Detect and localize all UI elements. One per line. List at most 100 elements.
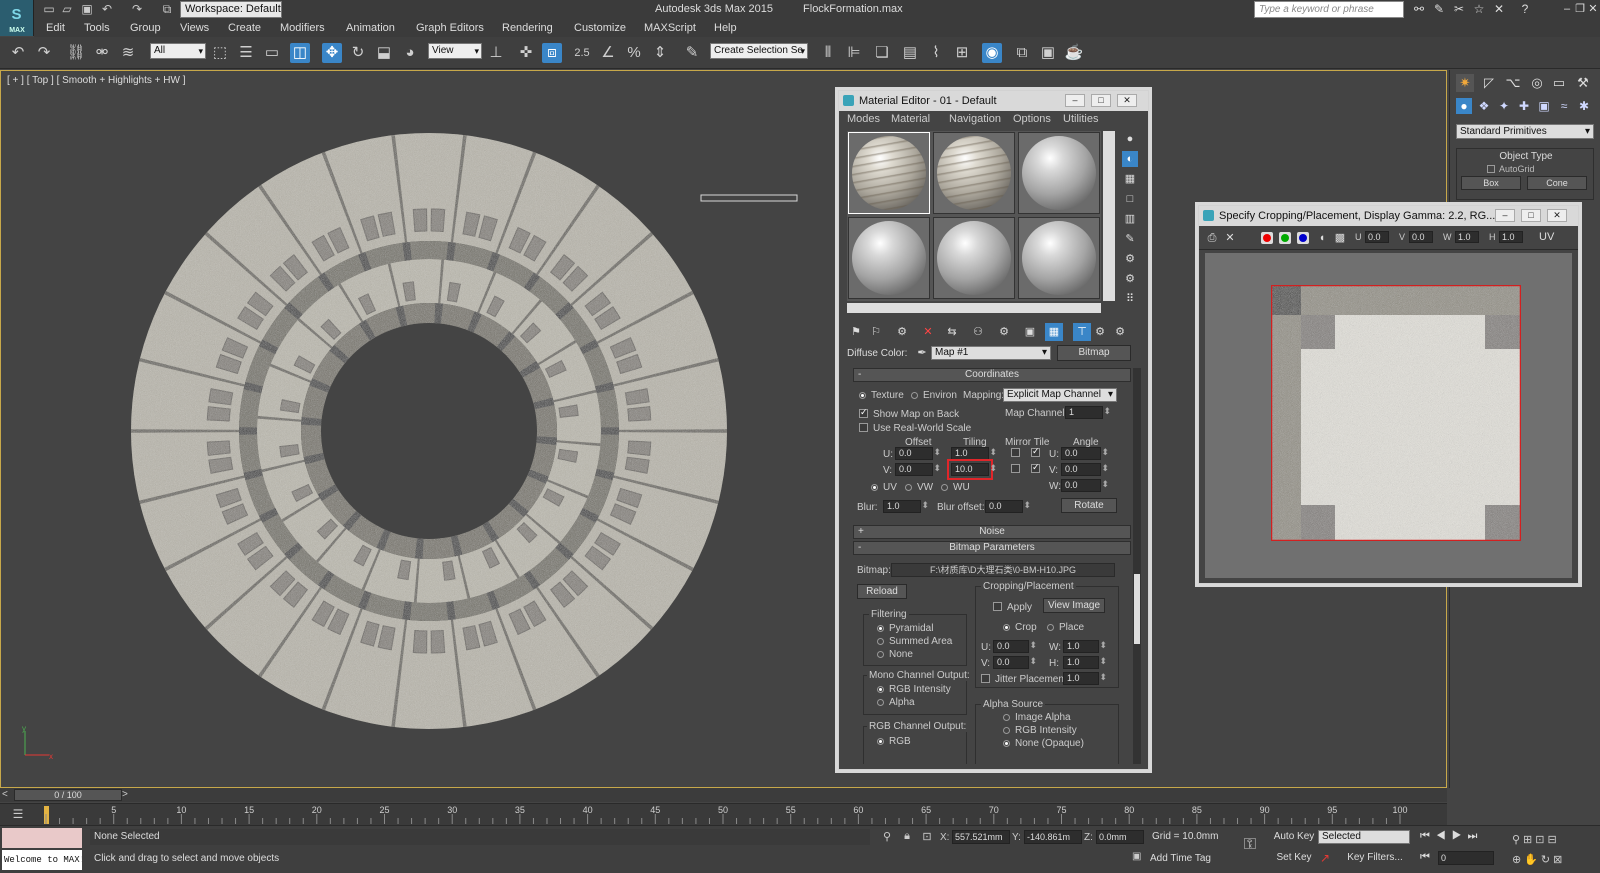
uv-mode-label[interactable]: UV xyxy=(1539,231,1554,243)
object-type-title[interactable]: Object Type xyxy=(1457,151,1595,162)
get-material-icon[interactable]: ⚑ xyxy=(847,323,865,341)
binoculars-icon[interactable]: ⚯ xyxy=(1412,2,1426,16)
current-frame-field[interactable]: 0 xyxy=(1438,851,1494,865)
coordinates-rollout-header[interactable]: - Coordinates xyxy=(853,368,1131,382)
viewport-navigation-controls[interactable]: ⚲⊞⊡⊟ ⊕✋↻⊠ xyxy=(1512,830,1598,870)
close-window-icon[interactable]: ✕ xyxy=(1586,2,1600,16)
make-unique-icon[interactable]: ⚇ xyxy=(969,323,987,341)
red-channel-icon[interactable] xyxy=(1261,232,1273,244)
select-scale-icon[interactable]: ⬓ xyxy=(374,43,394,63)
sample-slot[interactable] xyxy=(933,217,1015,299)
menu-views[interactable]: Views xyxy=(180,22,209,34)
map-name-dropdown[interactable]: Map #1 xyxy=(931,346,1051,360)
tiling-v-spinner[interactable]: 10.0 xyxy=(947,459,997,480)
video-color-check-icon[interactable]: ▥ xyxy=(1122,211,1138,227)
layer-explorer-icon[interactable]: ❏ xyxy=(872,43,892,63)
angle-w-spinner[interactable]: 0.0 xyxy=(1061,479,1109,492)
menu-rendering[interactable]: Rendering xyxy=(502,22,553,34)
tiling-u-spinner[interactable]: 1.0 xyxy=(951,447,997,460)
show-end-result-icon[interactable]: ⊤ xyxy=(1073,323,1091,341)
background-icon[interactable]: ▦ xyxy=(1122,171,1138,187)
put-to-scene-icon[interactable]: ⚐ xyxy=(867,323,885,341)
assign-material-icon[interactable]: ⚙ xyxy=(893,323,911,341)
clear-icon[interactable]: ✕ xyxy=(1223,231,1237,245)
reload-button[interactable]: Reload xyxy=(857,584,907,599)
go-forward-sibling-icon[interactable]: ⚙ xyxy=(1111,323,1129,341)
bind-space-warp-icon[interactable]: ≋ xyxy=(118,43,138,63)
monochrome-icon[interactable]: ▩ xyxy=(1333,231,1347,245)
prev-frame-arrow-icon[interactable]: < xyxy=(2,789,8,800)
close-icon[interactable]: ✕ xyxy=(1117,94,1137,107)
rollouts-scrollbar[interactable] xyxy=(1133,368,1141,764)
texture-radio[interactable] xyxy=(859,392,866,399)
edit-named-selection-icon[interactable]: ✎ xyxy=(682,43,702,63)
space-warps-icon[interactable]: ≈ xyxy=(1556,98,1572,114)
rect-selection-icon[interactable]: ▭ xyxy=(262,43,282,63)
crop-canvas[interactable] xyxy=(1205,253,1572,578)
cone-button[interactable]: Cone xyxy=(1527,176,1587,190)
close-icon[interactable]: ✕ xyxy=(1547,209,1567,222)
map-type-button[interactable]: Bitmap xyxy=(1057,345,1131,361)
menu-help[interactable]: Help xyxy=(714,22,737,34)
snaps-toggle-icon[interactable]: 2.5 xyxy=(572,43,592,63)
render-setup-icon[interactable]: ⧉ xyxy=(1012,43,1032,63)
unlink-icon[interactable]: ⚮ xyxy=(92,43,112,63)
slots-vertical-scrollbar[interactable] xyxy=(1103,131,1115,301)
mono-rgb-intensity-radio[interactable] xyxy=(877,686,884,693)
material-id-channel-icon[interactable]: ▣ xyxy=(1021,323,1039,341)
menu-tools[interactable]: Tools xyxy=(84,22,110,34)
box-button[interactable]: Box xyxy=(1461,176,1521,190)
sample-slot[interactable] xyxy=(1018,217,1100,299)
key-filters-button[interactable]: Key Filters... xyxy=(1340,851,1410,865)
mono-alpha-radio[interactable] xyxy=(877,699,884,706)
offset-u-spinner[interactable]: 0.0 xyxy=(895,447,941,460)
create-tab-icon[interactable]: ✷ xyxy=(1456,74,1474,92)
shapes-icon[interactable]: ❖ xyxy=(1476,98,1492,114)
bitmap-path-button[interactable]: F:\材质库\D大理石类\0-BM-H10.JPG xyxy=(891,563,1115,577)
time-tag-icon[interactable]: ▣ xyxy=(1132,851,1144,863)
selection-filter-dropdown[interactable]: All xyxy=(150,43,206,59)
make-preview-icon[interactable]: ✎ xyxy=(1122,231,1138,247)
render-production-icon[interactable]: ☕ xyxy=(1064,43,1084,63)
blur-spinner[interactable]: 1.0 xyxy=(883,500,929,513)
minimize-icon[interactable]: – xyxy=(1495,209,1515,222)
project-folder-icon[interactable]: ⧉ xyxy=(160,2,174,16)
save-file-icon[interactable]: ▣ xyxy=(80,2,94,16)
crop-v-spinner[interactable]: 0.0 xyxy=(993,656,1037,669)
select-place-icon[interactable]: ◕ xyxy=(400,43,420,63)
subscription-icon[interactable]: ✎ xyxy=(1432,2,1446,16)
put-to-library-icon[interactable]: ⚙ xyxy=(995,323,1013,341)
mapping-dropdown[interactable]: Explicit Map Channel xyxy=(1003,388,1117,402)
communication-icon[interactable]: ✂ xyxy=(1452,2,1466,16)
menu-maxscript[interactable]: MAXScript xyxy=(644,22,696,34)
angle-v-spinner[interactable]: 0.0 xyxy=(1061,463,1109,476)
motion-tab-icon[interactable]: ◎ xyxy=(1528,74,1546,92)
y-coord-field[interactable]: -140.861m xyxy=(1024,830,1082,844)
environ-radio[interactable] xyxy=(911,392,918,399)
sample-slot[interactable] xyxy=(1018,132,1100,214)
reset-map-icon[interactable]: ✕ xyxy=(919,323,937,341)
hierarchy-tab-icon[interactable]: ⌥ xyxy=(1504,74,1522,92)
wu-radio[interactable] xyxy=(941,484,948,491)
next-frame-arrow-icon[interactable]: > xyxy=(122,789,128,800)
show-map-on-back-checkbox[interactable] xyxy=(859,407,868,418)
add-time-tag[interactable]: Add Time Tag xyxy=(1150,851,1240,867)
uv-radio[interactable] xyxy=(871,484,878,491)
set-key-button[interactable]: Set Key xyxy=(1272,851,1316,865)
pyramidal-radio[interactable] xyxy=(877,625,884,632)
workspace-dropdown[interactable]: Workspace: Default xyxy=(180,1,282,18)
offset-v-spinner[interactable]: 0.0 xyxy=(895,463,941,476)
maximize-icon[interactable]: □ xyxy=(1521,209,1541,222)
z-coord-field[interactable]: 0.0mm xyxy=(1096,830,1144,844)
autogrid-checkbox[interactable]: AutoGrid xyxy=(1487,164,1535,174)
mirror-u-checkbox[interactable] xyxy=(1011,448,1020,457)
redo-icon[interactable]: ↷ xyxy=(34,43,54,63)
maxscript-mini-listener-top[interactable] xyxy=(2,828,82,848)
alpha-channel-icon[interactable]: ◖ xyxy=(1315,231,1329,245)
crop-h-spinner[interactable]: 1.0 xyxy=(1063,656,1107,669)
select-rotate-icon[interactable]: ↻ xyxy=(348,43,368,63)
rotate-button[interactable]: Rotate xyxy=(1061,498,1117,513)
material-editor-titlebar[interactable]: Material Editor - 01 - Default – □ ✕ xyxy=(839,91,1148,111)
menu-animation[interactable]: Animation xyxy=(346,22,395,34)
key-mode-toggle-icon[interactable]: ⏮ xyxy=(1420,851,1434,865)
